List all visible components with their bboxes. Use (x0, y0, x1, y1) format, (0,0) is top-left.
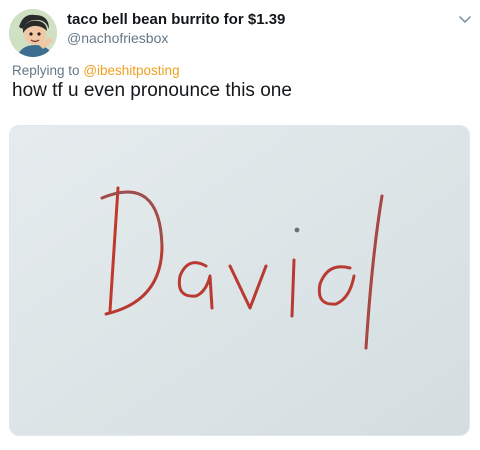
avatar-image (9, 9, 57, 57)
tweet-image[interactable] (9, 125, 470, 436)
user-handle[interactable]: @nachofriesbox (67, 30, 168, 46)
display-name[interactable]: taco bell bean burrito for $1.39 (67, 11, 285, 28)
replying-to: Replying to @ibeshitposting (12, 63, 180, 78)
replying-prefix: Replying to (12, 63, 80, 78)
replying-to-link[interactable]: @ibeshitposting (83, 63, 179, 78)
avatar[interactable] (9, 9, 57, 57)
handwritten-note-image (10, 126, 469, 435)
chevron-down-icon[interactable] (457, 12, 473, 28)
tweet-text: how tf u even pronounce this one (12, 80, 292, 101)
